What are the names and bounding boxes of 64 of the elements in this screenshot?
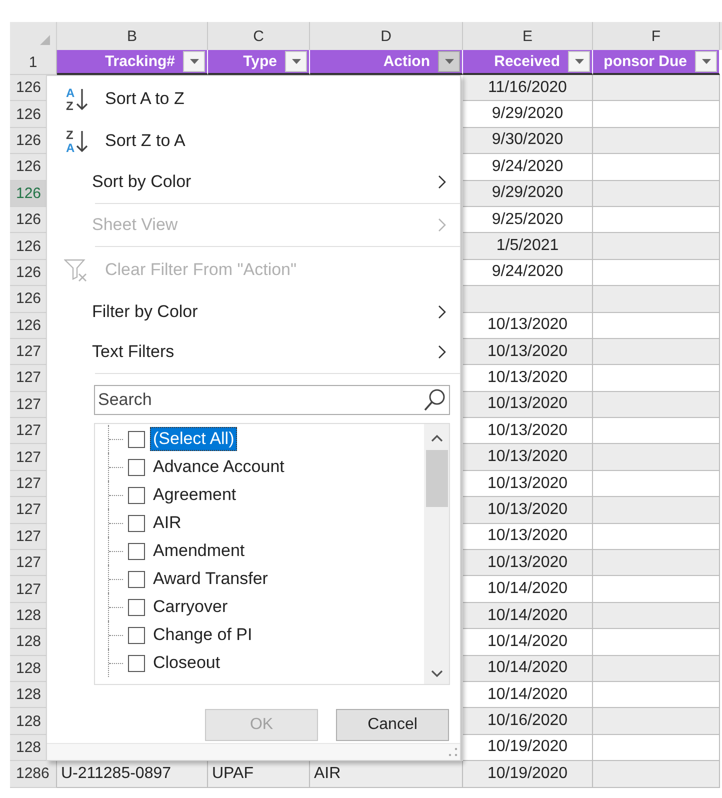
checkbox[interactable] [128, 486, 145, 504]
list-item[interactable]: AIR [150, 511, 184, 535]
chevron-right-icon [438, 305, 446, 319]
search-icon [423, 388, 447, 412]
list-item[interactable]: Carryover [150, 595, 231, 619]
row-header[interactable]: 1 [10, 50, 57, 75]
scroll-down-icon [430, 670, 442, 678]
table-cell: 9/29/2020 [463, 180, 593, 207]
checkbox[interactable] [128, 654, 145, 672]
search-field[interactable]: Search [94, 385, 450, 415]
header-label: Tracking# [104, 53, 176, 70]
chevron-right-icon [438, 218, 446, 232]
filter-dropdown-button[interactable] [438, 51, 460, 72]
checkbox[interactable] [128, 430, 145, 448]
table-cell: 10/13/2020 [463, 497, 593, 524]
caret-icon [574, 59, 584, 64]
checkbox[interactable] [128, 626, 145, 644]
scrollbar[interactable] [424, 424, 449, 684]
scrollbar-thumb[interactable] [426, 450, 448, 507]
table-cell: 10/14/2020 [463, 656, 593, 682]
checkbox[interactable] [128, 570, 145, 588]
table-cell: 10/13/2020 [463, 444, 593, 471]
checkbox[interactable] [128, 542, 145, 560]
filter-dropdown-button[interactable] [568, 51, 590, 72]
filter-dropdown-button[interactable] [285, 51, 307, 72]
list-item[interactable]: Award Transfer [150, 567, 271, 591]
resize-grip-icon [449, 748, 457, 756]
scroll-up-icon [430, 434, 442, 442]
table-cell: 9/30/2020 [463, 128, 593, 154]
table-cell: 10/19/2020 [463, 761, 593, 788]
table-cell: UPAF [208, 761, 310, 788]
checkbox[interactable] [128, 458, 145, 476]
list-item[interactable]: Amendment [150, 539, 248, 563]
table-cell: 10/13/2020 [463, 338, 593, 366]
table-cell: U-211285-0897 [57, 761, 208, 788]
filter-dropdown-button[interactable] [183, 51, 205, 72]
table-cell: 1/5/2021 [463, 233, 593, 260]
caret-icon [292, 59, 300, 64]
table-cell: 10/16/2020 [463, 708, 593, 735]
list-item[interactable]: Closeout [150, 651, 224, 675]
list-item[interactable]: (Select All) [150, 427, 238, 451]
table-cell: 10/13/2020 [463, 392, 593, 418]
list-item[interactable]: Agreement [150, 483, 240, 507]
header-label: Action [383, 53, 431, 70]
corner-triangle-icon [40, 35, 50, 45]
table-cell: 11/16/2020 [463, 75, 593, 102]
caret-icon [444, 59, 454, 64]
chevron-right-icon [438, 345, 446, 359]
table-cell: 10/13/2020 [463, 550, 593, 576]
chevron-right-icon [438, 175, 446, 189]
filter-dropdown-button[interactable] [695, 51, 717, 72]
header-label: Type [243, 53, 278, 70]
checkbox[interactable] [128, 598, 145, 616]
header-label: ponsor Due [604, 53, 688, 70]
list-item[interactable]: Change of PI [150, 623, 256, 647]
caret-icon [190, 59, 198, 64]
table-cell: 10/14/2020 [463, 602, 593, 630]
cancel-button[interactable]: Cancel [336, 709, 449, 741]
checkbox[interactable] [128, 514, 145, 532]
header-label: Received [494, 53, 561, 70]
table-cell: AIR [310, 761, 463, 788]
row-header[interactable]: 1286 [10, 761, 57, 788]
list-item[interactable]: Advance Account [150, 455, 288, 479]
caret-icon [702, 59, 710, 64]
